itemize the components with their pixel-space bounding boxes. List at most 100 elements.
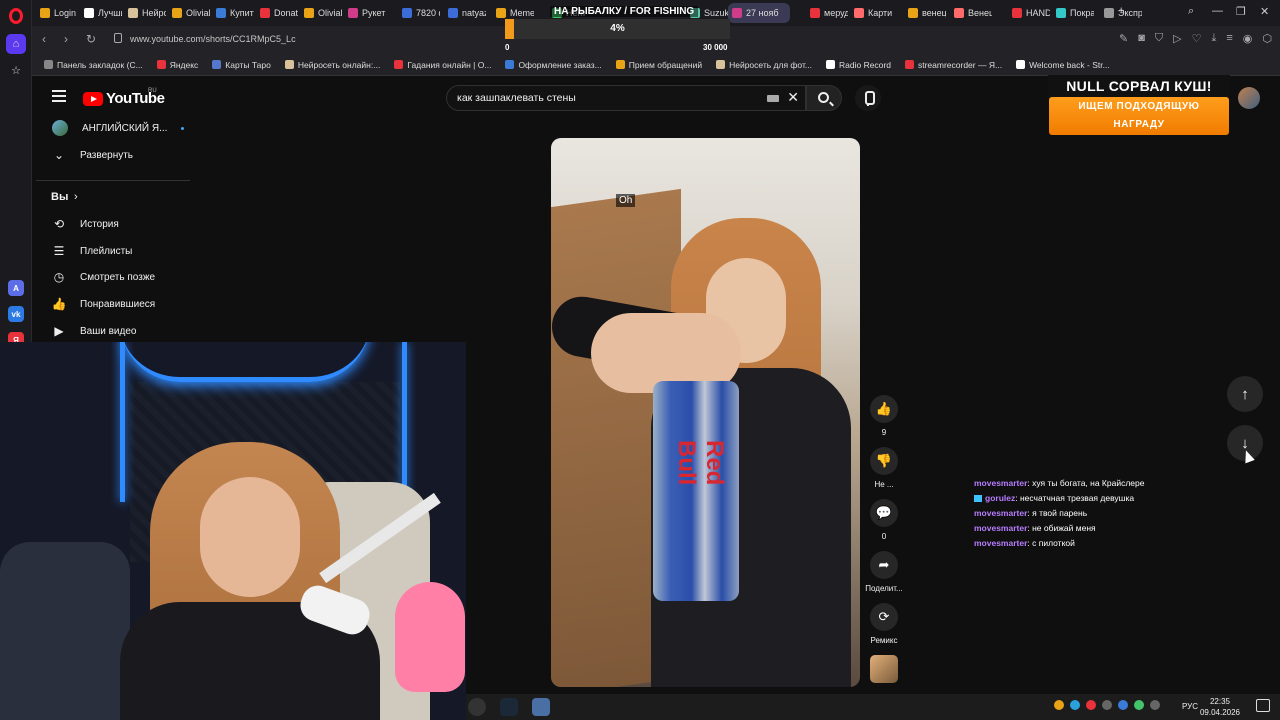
system-clock[interactable]: 22:35 09.04.2026 <box>1190 696 1250 718</box>
close-window-button[interactable]: ✕ <box>1260 5 1269 18</box>
tray-steam-icon[interactable] <box>1102 700 1112 710</box>
clear-search-icon[interactable]: ✕ <box>787 89 799 106</box>
extensions-icon[interactable]: ⬡ <box>1262 32 1272 45</box>
sidebar-item-2[interactable]: ◷ Смотреть позже <box>52 270 155 284</box>
lock-icon[interactable] <box>114 33 122 43</box>
tray-bluetooth-icon[interactable] <box>1118 700 1128 710</box>
avatar[interactable] <box>1238 87 1260 109</box>
tab-3[interactable]: Olivial <box>168 3 210 23</box>
tray-record-icon[interactable] <box>1086 700 1096 710</box>
obs-icon[interactable] <box>468 698 486 716</box>
bookmark-item[interactable]: Карты Таро <box>212 60 271 70</box>
shield-icon[interactable]: ⛉ <box>1155 32 1163 45</box>
like-icon[interactable]: 👍 <box>870 395 898 423</box>
bookmark-item[interactable]: streamrecorder — Я... <box>904 60 1002 70</box>
bookmark-item[interactable]: Оформление заказ... <box>505 60 602 70</box>
window-app-icon[interactable] <box>532 698 550 716</box>
sidebar-subscription[interactable]: АНГЛИЙСКИЙ Я... <box>52 120 185 136</box>
like-action[interactable]: 👍 9 <box>862 395 906 437</box>
profile-icon[interactable]: ◉ <box>1243 32 1253 45</box>
tab-7[interactable]: Рукет <box>344 3 386 23</box>
tab-1[interactable]: Лучши <box>80 3 122 23</box>
tray-nvidia-icon[interactable] <box>1134 700 1144 710</box>
tray-telegram-icon[interactable] <box>1070 700 1080 710</box>
tab-9[interactable]: natyaz <box>444 3 486 23</box>
bookmark-item[interactable]: Нейросеть для фот... <box>716 60 812 70</box>
tab-16[interactable]: венец <box>904 3 946 23</box>
tab-14[interactable]: меруд <box>806 3 848 23</box>
tray-yandex-icon[interactable] <box>1054 700 1064 710</box>
notification-icon[interactable] <box>1256 699 1270 712</box>
tab-5[interactable]: Donat <box>256 3 298 23</box>
tab-18[interactable]: HAND <box>1008 3 1050 23</box>
search-tabs-icon[interactable]: ⌕ <box>1188 5 1194 18</box>
comments-icon[interactable]: 💬 <box>870 499 898 527</box>
tab-15[interactable]: Карти <box>850 3 892 23</box>
remix-action[interactable]: ⟳ Ремикс <box>862 603 906 645</box>
dislike-action[interactable]: 👎 Не ... <box>862 447 906 489</box>
sidebar-item-0[interactable]: ⟲ История <box>52 217 119 231</box>
bookmark-item[interactable]: Radio Record <box>826 60 891 70</box>
search-box[interactable]: как зашпаклевать стены ✕ <box>446 85 806 111</box>
star-icon[interactable]: ☆ <box>6 60 26 80</box>
share-action[interactable]: ➦ Поделит... <box>862 551 906 593</box>
vk-icon[interactable]: vk <box>8 306 24 322</box>
remix-icon[interactable]: ⟳ <box>870 603 898 631</box>
previous-short-button[interactable]: ↑ <box>1227 376 1263 412</box>
search-button[interactable] <box>806 85 842 111</box>
sound-thumbnail[interactable] <box>862 655 906 683</box>
sidebar-item-3[interactable]: 👍 Понравившиеся <box>52 297 156 311</box>
bookmark-item[interactable]: Прием обращений <box>615 60 702 70</box>
tab-4[interactable]: Купит <box>212 3 254 23</box>
bookmark-item[interactable]: Нейросеть онлайн:... <box>284 60 380 70</box>
url-field[interactable]: www.youtube.com/shorts/CC1RMpC5_Lc <box>130 34 296 44</box>
tab-17[interactable]: Венец <box>950 3 992 23</box>
voice-search-icon[interactable] <box>855 85 881 111</box>
opera-logo-icon[interactable] <box>9 8 23 24</box>
comments-action[interactable]: 💬 0 <box>862 499 906 541</box>
reload-button[interactable]: ↻ <box>86 32 96 46</box>
tab-8[interactable]: 7820 ф <box>398 3 440 23</box>
chat-message: movesmarter: не обижай меня <box>974 523 1234 538</box>
tab-20[interactable]: Экспр <box>1100 3 1142 23</box>
back-button[interactable]: ‹ <box>42 32 46 46</box>
sidebar-item-4[interactable]: ▶ Ваши видео <box>52 324 136 338</box>
share-icon[interactable]: ➦ <box>870 551 898 579</box>
keyboard-icon[interactable] <box>767 95 779 102</box>
tab-6[interactable]: Olivial <box>300 3 342 23</box>
maximize-button[interactable]: ❐ <box>1236 5 1246 18</box>
bookmark-item[interactable]: Панель закладок (С... <box>44 60 143 70</box>
edit-icon[interactable]: ✎ <box>1119 32 1128 45</box>
app-icon[interactable]: A <box>8 280 24 296</box>
bookmark-item[interactable]: Гадания онлайн | О... <box>394 60 491 70</box>
bookmark-item[interactable]: Яндекс <box>156 59 199 70</box>
bookmark-item[interactable]: Welcome back - Str... <box>1016 60 1110 70</box>
steam-icon[interactable] <box>500 698 518 716</box>
system-tray <box>1054 700 1160 710</box>
sidebar-item-1[interactable]: ☰ Плейлисты <box>52 244 133 258</box>
chat-message: movesmarter: я твой парень <box>974 508 1234 523</box>
short-video-player[interactable]: Red Bull Oh <box>551 138 860 687</box>
forward-button[interactable]: › <box>64 32 68 46</box>
heart-icon[interactable]: ♡ <box>1192 32 1202 45</box>
bookmark-label: Яндекс <box>169 59 199 70</box>
dislike-icon[interactable]: 👎 <box>870 447 898 475</box>
menu-icon[interactable]: ≡ <box>1226 32 1232 45</box>
tab-0[interactable]: Login <box>36 3 78 23</box>
tab-2[interactable]: Нейро <box>124 3 166 23</box>
search-input[interactable]: как зашпаклевать стены <box>457 92 576 104</box>
dislike-label: Не ... <box>874 480 894 489</box>
minimize-button[interactable]: — <box>1212 5 1223 17</box>
sidebar-expand[interactable]: ⌄ Развернуть <box>52 148 133 162</box>
tab-19[interactable]: Покра <box>1052 3 1094 23</box>
tray-volume-icon[interactable] <box>1150 700 1160 710</box>
sound-thumbnail-image[interactable] <box>870 655 898 683</box>
play-icon[interactable]: ▷ <box>1173 32 1181 45</box>
hamburger-menu-icon[interactable] <box>52 90 66 102</box>
sidebar-you-heading[interactable]: Вы <box>51 191 68 203</box>
tab-13[interactable]: 27 нояб <box>728 3 790 23</box>
chevron-right-icon[interactable]: › <box>74 191 78 203</box>
download-icon[interactable]: ⤓ <box>1211 32 1216 45</box>
home-icon[interactable]: ⌂ <box>6 34 26 54</box>
camera-icon[interactable]: ◙ <box>1138 32 1145 45</box>
